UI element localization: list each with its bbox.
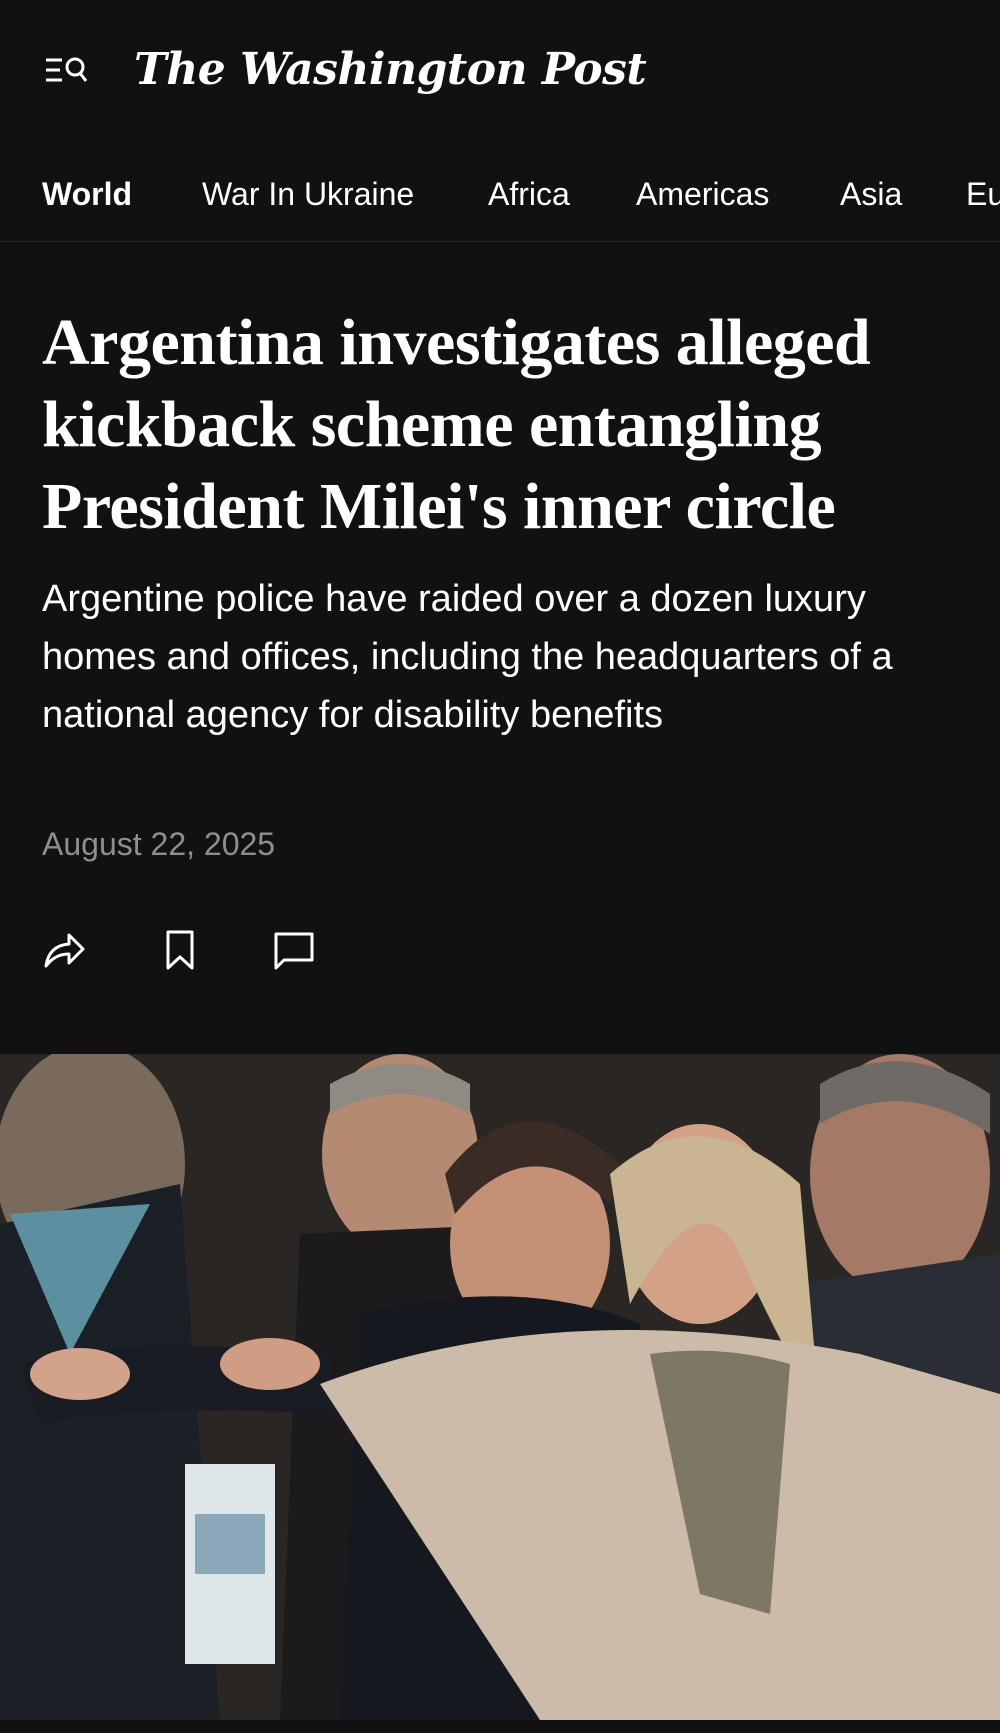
article-headline: Argentina investigates alleged kickback … <box>42 306 871 543</box>
article-date: August 22, 2025 <box>42 826 276 862</box>
section-nav: World War In Ukraine Africa Americas Asi… <box>0 160 1000 242</box>
masthead: The Washington Post <box>0 0 1000 140</box>
nav-item-americas[interactable]: Americas <box>636 174 769 214</box>
comment-icon[interactable] <box>270 928 318 972</box>
share-icon[interactable] <box>40 928 88 972</box>
nav-item-africa[interactable]: Africa <box>488 174 570 214</box>
nav-item-asia[interactable]: Asia <box>840 174 902 214</box>
nav-item-world[interactable]: World <box>42 174 132 214</box>
brand-logo[interactable]: The Washington Post <box>134 38 647 102</box>
nav-item-war-in-ukraine[interactable]: War In Ukraine <box>202 174 414 214</box>
bookmark-icon[interactable] <box>156 928 204 972</box>
menu-search-icon[interactable] <box>44 50 92 90</box>
article-dek: Argentine police have raided over a doze… <box>42 578 893 736</box>
lead-photo[interactable] <box>0 1054 1000 1720</box>
nav-item-europe[interactable]: Eu <box>966 174 1000 214</box>
